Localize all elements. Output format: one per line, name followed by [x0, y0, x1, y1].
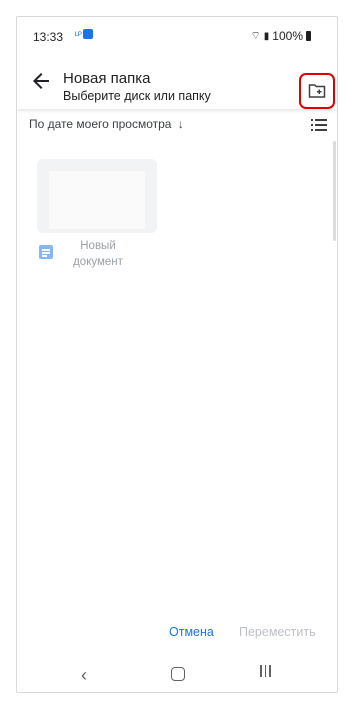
sort-label: По дате моего просмотра [29, 117, 172, 131]
app-bar: Новая папка Выберите диск или папку [17, 53, 337, 109]
status-bar: 13:33 ᴸᴾ ⌔ ▮ 100% [17, 17, 337, 53]
app-notification-icon [83, 29, 93, 39]
notification-icon: ᴸᴾ [75, 30, 82, 40]
battery-text: 100% [272, 29, 303, 43]
arrow-left-icon[interactable] [29, 69, 53, 93]
document-icon [39, 245, 53, 259]
nav-home-icon[interactable] [171, 667, 185, 681]
nav-recents-icon[interactable] [260, 665, 271, 677]
nav-back-icon[interactable]: ‹ [81, 665, 87, 686]
scrollbar[interactable] [333, 141, 336, 241]
action-bar: Отмена Переместить [17, 623, 337, 643]
file-name[interactable]: Новый документ [61, 238, 135, 270]
thumbnail-preview [49, 171, 145, 229]
sort-arrow-icon: ↓ [177, 117, 184, 131]
new-folder-icon [308, 84, 326, 98]
page-subtitle: Выберите диск или папку [63, 89, 211, 103]
system-nav-bar: ‹ [17, 657, 337, 692]
wifi-icon: ⌔ [250, 30, 261, 42]
move-button[interactable]: Переместить [239, 625, 316, 639]
new-folder-button[interactable] [299, 73, 335, 109]
status-time: 13:33 [33, 30, 64, 44]
sort-button[interactable]: По дате моего просмотра ↓ [29, 117, 184, 131]
file-thumbnail[interactable] [37, 159, 157, 233]
battery-icon [306, 31, 311, 41]
status-right: ⌔ ▮ 100% [250, 29, 311, 43]
signal-icon: ▮ [263, 30, 270, 42]
page-title: Новая папка [63, 70, 151, 87]
sort-row: По дате моего просмотра ↓ [17, 113, 337, 137]
cancel-button[interactable]: Отмена [169, 625, 214, 639]
list-view-icon[interactable] [311, 119, 327, 131]
phone-screen: 13:33 ᴸᴾ ⌔ ▮ 100% Новая папка Выберите д… [16, 16, 338, 693]
